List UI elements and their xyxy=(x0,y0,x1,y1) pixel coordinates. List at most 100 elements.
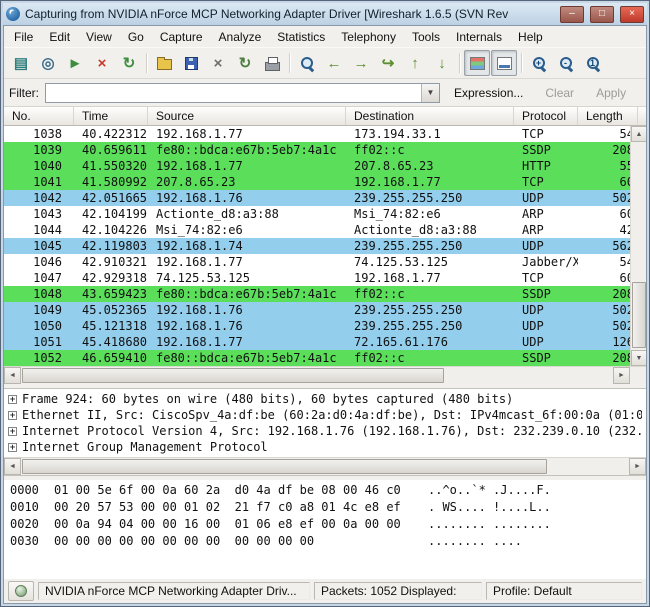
minimize-button[interactable]: – xyxy=(560,5,584,23)
title-bar[interactable]: Capturing from NVIDIA nForce MCP Network… xyxy=(3,3,647,25)
packet-row-1040[interactable]: 1040 41.550320 192.168.1.77 207.8.65.23 HTTP… xyxy=(4,158,630,174)
menu-tools[interactable]: Tools xyxy=(404,28,448,46)
scroll-left-icon[interactable]: ◄ xyxy=(4,458,21,475)
details-scroll-track[interactable] xyxy=(21,458,629,475)
packet-rows: 1038 40.422312 192.168.1.77 173.194.33.1 TCP… xyxy=(4,126,630,366)
go-first-packet-icon-glyph: ↑ xyxy=(411,54,419,72)
packet-row-1051[interactable]: 1051 45.418680 192.168.1.77 72.165.61.176 UD… xyxy=(4,334,630,350)
go-to-packet-icon[interactable]: ↪ xyxy=(375,50,401,76)
packet-row-1050[interactable]: 1050 45.121318 192.168.1.76 239.255.255.250… xyxy=(4,318,630,334)
close-capture-file-icon[interactable]: × xyxy=(205,50,231,76)
menu-telephony[interactable]: Telephony xyxy=(333,28,404,46)
zoom-100-icon[interactable]: 1 xyxy=(580,50,606,76)
find-packet-icon[interactable] xyxy=(294,50,320,76)
expand-plus-icon[interactable]: + xyxy=(8,410,17,420)
column-header-no[interactable]: No. xyxy=(4,107,74,125)
restart-capture-icon[interactable]: ↻ xyxy=(116,50,142,76)
detail-line-3[interactable]: + Internet Group Management Protocol xyxy=(8,439,642,455)
filter-bar: Filter: ▼ Expression... Clear Apply xyxy=(4,79,646,107)
expression-button[interactable]: Expression... xyxy=(446,84,531,102)
packet-row-1038[interactable]: 1038 40.422312 192.168.1.77 173.194.33.1 TCP… xyxy=(4,126,630,142)
menu-internals[interactable]: Internals xyxy=(448,28,510,46)
vertical-scroll-thumb[interactable] xyxy=(632,282,646,348)
menu-help[interactable]: Help xyxy=(510,28,551,46)
detail-line-1[interactable]: + Ethernet II, Src: CiscoSpv_4a:df:be (60… xyxy=(8,407,642,423)
clear-button[interactable]: Clear xyxy=(537,84,582,102)
start-capture-icon[interactable]: ► xyxy=(62,50,88,76)
zoom-in-icon-shape: + xyxy=(531,55,548,72)
details-scroll-thumb[interactable] xyxy=(22,459,547,474)
expand-plus-icon[interactable]: + xyxy=(8,426,17,436)
horizontal-scroll-track[interactable] xyxy=(21,367,613,384)
expand-plus-icon[interactable]: + xyxy=(8,394,17,404)
hex-line-0000[interactable]: 0000 01 00 5e 6f 00 0a 60 2a d0 4a df be … xyxy=(10,483,640,500)
close-button[interactable]: × xyxy=(620,5,644,23)
detail-line-0[interactable]: + Frame 924: 60 bytes on wire (480 bits),… xyxy=(8,391,642,407)
go-first-packet-icon[interactable]: ↑ xyxy=(402,50,428,76)
capture-options-icon[interactable]: ◎ xyxy=(35,50,61,76)
column-header-destination[interactable]: Destination xyxy=(346,107,514,125)
vertical-scroll-track[interactable] xyxy=(631,142,646,350)
reload-capture-file-icon[interactable]: ↻ xyxy=(232,50,258,76)
horizontal-scroll-thumb[interactable] xyxy=(22,368,444,383)
scroll-right-icon[interactable]: ► xyxy=(629,458,646,475)
packet-row-1042[interactable]: 1042 42.051665 192.168.1.76 239.255.255.250… xyxy=(4,190,630,206)
menu-analyze[interactable]: Analyze xyxy=(211,28,270,46)
maximize-button[interactable]: □ xyxy=(590,5,614,23)
menu-statistics[interactable]: Statistics xyxy=(269,28,333,46)
packet-list-header: No. Time Source Destination Protocol Length xyxy=(4,107,646,126)
menu-file[interactable]: File xyxy=(6,28,41,46)
column-header-protocol[interactable]: Protocol xyxy=(514,107,578,125)
filter-input[interactable] xyxy=(46,83,421,102)
packet-list-vertical-scrollbar[interactable]: ▲ ▼ xyxy=(630,126,646,366)
open-capture-file-icon[interactable] xyxy=(151,50,177,76)
hex-line-0030[interactable]: 0030 00 00 00 00 00 00 00 00 00 00 00 00.… xyxy=(10,534,640,551)
zoom-in-icon[interactable]: + xyxy=(526,50,552,76)
expert-info-button[interactable] xyxy=(8,581,34,601)
scroll-down-icon[interactable]: ▼ xyxy=(631,350,646,366)
filter-dropdown-icon[interactable]: ▼ xyxy=(421,83,439,102)
scroll-right-icon[interactable]: ► xyxy=(613,367,630,384)
zoom-out-icon[interactable]: - xyxy=(553,50,579,76)
packet-row-1044[interactable]: 1044 42.104226 Msi_74:82:e6 Actionte_d8:a3:… xyxy=(4,222,630,238)
menu-edit[interactable]: Edit xyxy=(41,28,78,46)
save-capture-file-icon[interactable] xyxy=(178,50,204,76)
details-horizontal-scrollbar[interactable]: ◄ ► xyxy=(4,457,646,475)
packet-row-1045[interactable]: 1045 42.119803 192.168.1.74 239.255.255.250… xyxy=(4,238,630,254)
packet-row-1043[interactable]: 1043 42.104199 Actionte_d8:a3:88 Msi_74:82:… xyxy=(4,206,630,222)
packet-row-1041[interactable]: 1041 41.580992 207.8.65.23 192.168.1.77 TCP 6… xyxy=(4,174,630,190)
packet-row-1052[interactable]: 1052 46.659410 fe80::bdca:e67b:5eb7:4a1c ff… xyxy=(4,350,630,366)
autoscroll-toggle-button[interactable] xyxy=(491,50,517,76)
capture-source-status: NVIDIA nForce MCP Networking Adapter Dri… xyxy=(38,582,310,600)
packet-row-1046[interactable]: 1046 42.910321 192.168.1.77 74.125.53.125 Ja… xyxy=(4,254,630,270)
go-forward-icon[interactable]: → xyxy=(348,50,374,76)
packet-row-1047[interactable]: 1047 42.929318 74.125.53.125 192.168.1.77 TC… xyxy=(4,270,630,286)
stop-capture-icon[interactable]: × xyxy=(89,50,115,76)
interfaces-icon-glyph: ▤ xyxy=(13,54,29,72)
expand-plus-icon[interactable]: + xyxy=(8,442,17,452)
apply-button[interactable]: Apply xyxy=(588,84,634,102)
packet-row-1048[interactable]: 1048 43.659423 fe80::bdca:e67b:5eb7:4a1c ff… xyxy=(4,286,630,302)
packet-list-horizontal-scrollbar[interactable]: ◄ ► xyxy=(4,366,646,384)
scrollbar-corner xyxy=(630,367,646,384)
go-forward-icon-glyph: → xyxy=(353,54,369,72)
go-back-icon[interactable]: ← xyxy=(321,50,347,76)
interfaces-icon[interactable]: ▤ xyxy=(8,50,34,76)
packet-row-1039[interactable]: 1039 40.659611 fe80::bdca:e67b:5eb7:4a1c ff… xyxy=(4,142,630,158)
menu-view[interactable]: View xyxy=(78,28,120,46)
column-header-length[interactable]: Length xyxy=(578,107,638,125)
menu-capture[interactable]: Capture xyxy=(152,28,211,46)
column-header-time[interactable]: Time xyxy=(74,107,148,125)
print-icon[interactable] xyxy=(259,50,285,76)
scroll-up-icon[interactable]: ▲ xyxy=(631,126,646,142)
go-last-packet-icon[interactable]: ↓ xyxy=(429,50,455,76)
scroll-left-icon[interactable]: ◄ xyxy=(4,367,21,384)
hex-line-0010[interactable]: 0010 00 20 57 53 00 00 01 02 21 f7 c0 a8 … xyxy=(10,500,640,517)
menu-go[interactable]: Go xyxy=(120,28,152,46)
colorize-toggle-button[interactable] xyxy=(464,50,490,76)
detail-line-2[interactable]: + Internet Protocol Version 4, Src: 192.1… xyxy=(8,423,642,439)
hex-line-0020[interactable]: 0020 00 0a 94 04 00 00 16 00 01 06 e8 ef … xyxy=(10,517,640,534)
column-header-source[interactable]: Source xyxy=(148,107,346,125)
packet-row-1049[interactable]: 1049 45.052365 192.168.1.76 239.255.255.250… xyxy=(4,302,630,318)
packet-details-pane: + Frame 924: 60 bytes on wire (480 bits),… xyxy=(4,388,646,476)
